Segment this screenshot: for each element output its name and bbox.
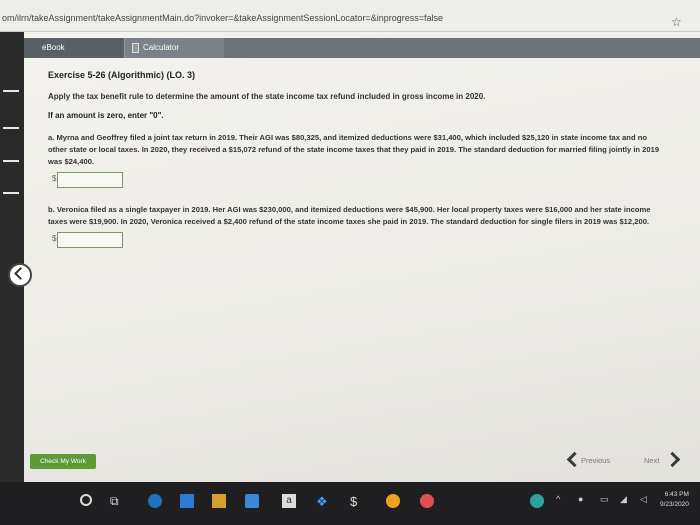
calculator-label: Calculator [143,43,180,52]
battery-icon[interactable]: ▭ [600,494,614,508]
taskbar: ⧉ a ❖ $ ^ ● ▭ ◢ ◁ 6:43 PM 9/23/2020 [0,482,700,525]
chevron-up-icon[interactable]: ^ [556,494,570,508]
strip-mark [3,127,19,129]
strip-mark [3,192,19,194]
left-dark-strip [0,32,24,482]
answer-input-a[interactable] [57,172,123,188]
dollar-sign: $ [52,234,57,243]
clock[interactable]: 6:43 PM 9/23/2020 [660,490,689,510]
dollar-icon[interactable]: $ [350,494,364,509]
app-icon[interactable] [180,494,194,508]
edge-icon[interactable] [148,494,162,508]
check-my-work-button[interactable]: Check My Work [30,454,96,469]
previous-label: Previous [581,456,611,465]
file-explorer-icon[interactable] [212,494,226,508]
task-view-icon[interactable]: ⧉ [110,494,124,508]
previous-button[interactable]: Previous [563,450,635,472]
instruction-text: Apply the tax benefit rule to determine … [48,92,486,101]
url-text[interactable]: om/ilrn/takeAssignment/takeAssignmentMai… [2,13,443,23]
answer-input-b[interactable] [57,232,123,248]
time-text: 6:43 PM [664,491,689,498]
volume-icon[interactable]: ◁ [640,494,654,508]
wifi-icon[interactable]: ◢ [620,494,634,508]
date-text: 9/23/2020 [660,501,689,508]
screen: om/ilrn/takeAssignment/takeAssignmentMai… [0,0,700,525]
assignment-page: eBook Calculator Exercise 5-26 (Algorith… [24,32,700,482]
address-bar[interactable]: om/ilrn/takeAssignment/takeAssignmentMai… [0,0,700,32]
star-icon[interactable]: ☆ [671,15,682,29]
next-button[interactable]: Next [638,450,688,472]
store-icon[interactable]: a [282,494,296,508]
zero-note: If an amount is zero, enter "0". [48,111,164,120]
exercise-title: Exercise 5-26 (Algorithmic) (LO. 3) [48,70,196,80]
exercise-content: Exercise 5-26 (Algorithmic) (LO. 3) Appl… [48,68,668,250]
answer-row-b: $ [48,232,668,250]
answer-row-a: $ [48,172,668,190]
mail-icon[interactable] [245,494,259,508]
part-b-text: b. Veronica filed as a single taxpayer i… [48,205,651,226]
dollar-sign: $ [52,174,57,183]
calculator-icon [132,43,139,53]
ebook-label: eBook [42,43,65,52]
cloud-icon[interactable]: ● [578,494,592,508]
system-tray-icon[interactable] [530,494,544,508]
strip-mark [3,160,19,162]
cortana-icon[interactable] [80,494,92,506]
app-icon[interactable] [420,494,434,508]
part-a-text: a. Myrna and Geoffrey filed a joint tax … [48,133,660,166]
back-button[interactable] [8,263,32,287]
next-label: Next [644,456,660,465]
chevron-left-icon [566,451,583,468]
strip-mark [3,90,19,92]
calculator-tab[interactable]: Calculator [124,38,224,58]
tool-tabs: eBook Calculator [24,38,700,58]
ebook-tab[interactable]: eBook [24,38,124,58]
chevron-right-icon [664,451,681,468]
chrome-icon[interactable] [386,494,400,508]
chevron-left-icon [14,267,27,280]
dropbox-icon[interactable]: ❖ [316,494,330,509]
